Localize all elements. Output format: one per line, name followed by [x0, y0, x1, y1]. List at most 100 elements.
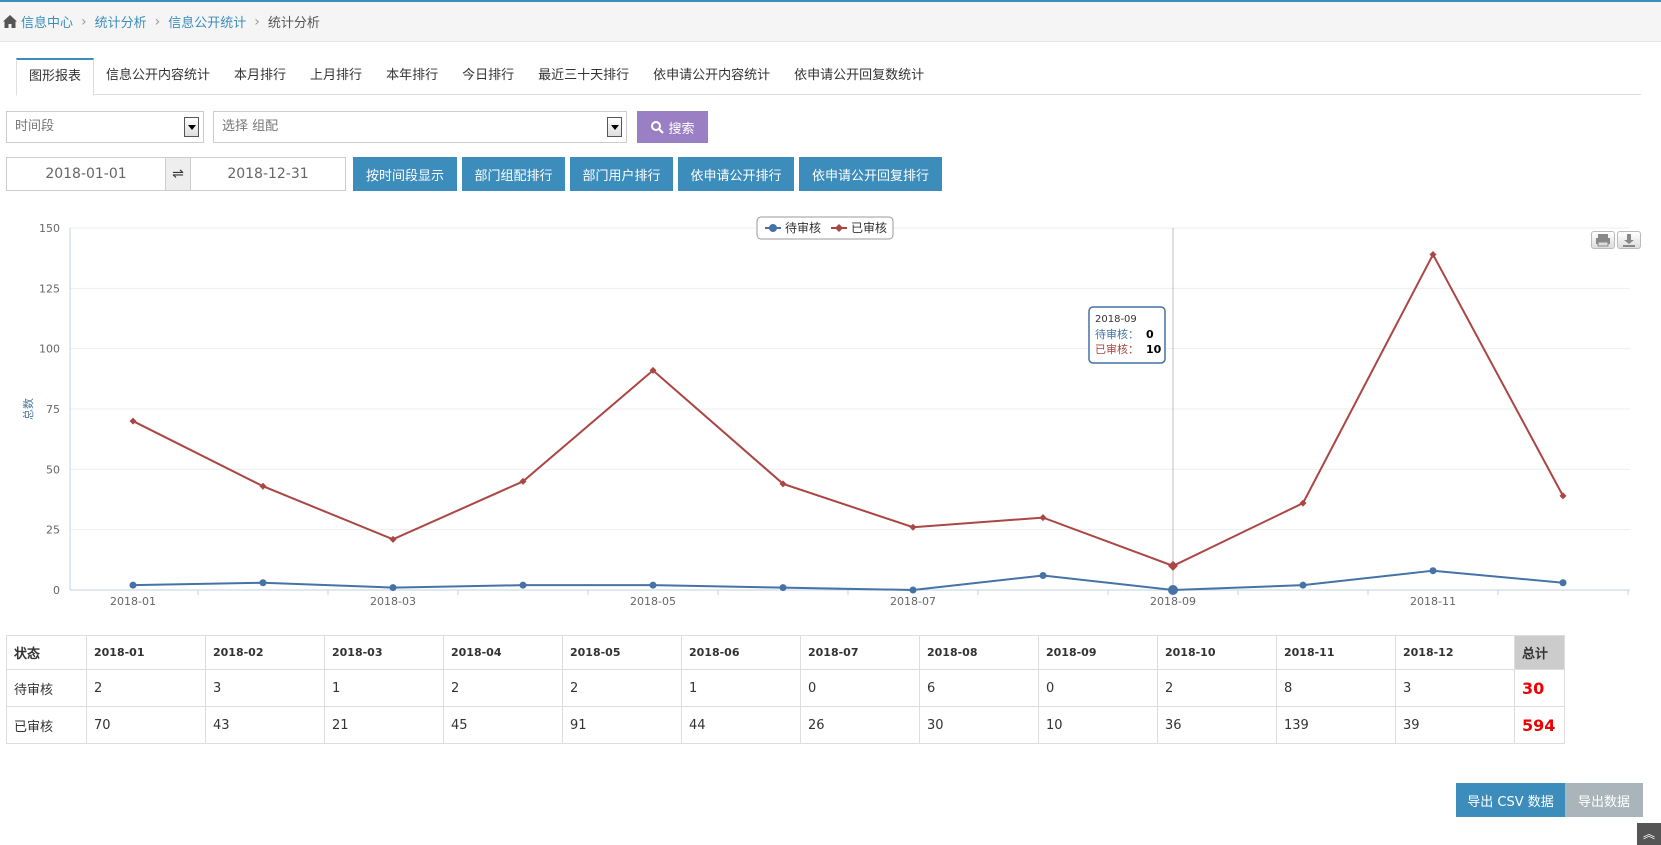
dept-user-rank-button[interactable]: 部门用户排行 [570, 157, 673, 191]
table-cell: 21 [324, 706, 444, 744]
legend-label: 已审核 [851, 220, 887, 235]
y-tick-label: 125 [39, 282, 60, 295]
legend-marker [769, 224, 777, 232]
chevron-down-icon[interactable] [184, 117, 199, 137]
data-point [649, 581, 657, 589]
data-table: 状态 2018-01 2018-02 2018-03 2018-04 2018-… [6, 635, 1565, 744]
search-button[interactable]: 搜索 [637, 111, 708, 143]
date-from-input[interactable]: 2018-01-01 [6, 157, 166, 191]
x-tick-label: 2018-05 [630, 595, 676, 608]
table-cell: 0 [1038, 669, 1158, 707]
month-header: 2018-05 [562, 635, 682, 670]
month-header: 2018-02 [205, 635, 325, 670]
table-cell: 45 [443, 706, 563, 744]
period-select[interactable]: 时间段 [6, 111, 204, 143]
group-select[interactable]: 选择 组配 [213, 111, 627, 143]
table-cell: 2 [1157, 669, 1277, 707]
series-line-1 [132, 569, 1564, 592]
scroll-top-button[interactable]: ︽ [1637, 823, 1661, 845]
tooltip-title: 2018-09 [1095, 314, 1137, 325]
period-select-value: 时间段 [15, 119, 55, 134]
status-header: 状态 [6, 635, 87, 670]
month-header: 2018-07 [800, 635, 920, 670]
export-data-button[interactable]: 导出数据 [1565, 783, 1643, 817]
x-tick-label: 2018-07 [890, 595, 936, 608]
table-cell: 2 [86, 669, 206, 707]
table-cell: 30 [919, 706, 1039, 744]
tab-bar: 图形报表 信息公开内容统计 本月排行 上月排行 本年排行 今日排行 最近三十天排… [16, 58, 1641, 96]
date-to-input[interactable]: 2018-12-31 [190, 157, 346, 191]
table-row: 已审核 70 43 21 45 91 44 26 30 10 36 139 39… [6, 706, 1565, 744]
table-cell: 0 [800, 669, 920, 707]
breadcrumb-statistics[interactable]: 统计分析 [95, 12, 147, 31]
y-tick-label: 100 [39, 343, 60, 356]
x-tick-label: 2018-03 [370, 595, 416, 608]
print-icon [1596, 234, 1610, 247]
row-total: 594 [1514, 706, 1565, 744]
print-button[interactable] [1591, 231, 1615, 249]
tab-chart-report[interactable]: 图形报表 [16, 58, 95, 96]
x-tick-label: 2018-09 [1150, 595, 1196, 608]
request-reply-rank-button[interactable]: 依申请公开回复排行 [799, 157, 942, 191]
request-rank-button[interactable]: 依申请公开排行 [678, 157, 794, 191]
data-point [259, 482, 267, 490]
export-csv-button[interactable]: 导出 CSV 数据 [1456, 783, 1565, 817]
data-point [1168, 585, 1178, 595]
tab-today-rank[interactable]: 今日排行 [450, 58, 526, 94]
month-header: 2018-11 [1276, 635, 1396, 670]
table-cell: 91 [562, 706, 682, 744]
month-header: 2018-01 [86, 635, 206, 670]
breadcrumb-home[interactable]: 信息中心 [21, 12, 73, 31]
table-cell: 44 [681, 706, 801, 744]
data-point [909, 586, 917, 594]
x-tick-label: 2018-11 [1410, 595, 1456, 608]
tab-year-rank[interactable]: 本年排行 [374, 58, 450, 94]
show-by-period-button[interactable]: 按时间段显示 [353, 157, 457, 191]
tab-request-content-stats[interactable]: 依申请公开内容统计 [641, 58, 782, 94]
tooltip-series-name: 已审核： [1095, 342, 1139, 356]
table-cell: 1 [324, 669, 444, 707]
month-header: 2018-04 [443, 635, 563, 670]
month-header: 2018-12 [1395, 635, 1515, 670]
month-header: 2018-03 [324, 635, 444, 670]
row-total: 30 [1514, 669, 1565, 707]
data-point [129, 417, 137, 425]
series-line-2 [132, 252, 1564, 567]
tab-last-month-rank[interactable]: 上月排行 [298, 58, 374, 94]
table-cell: 2 [562, 669, 682, 707]
breadcrumb-current: 统计分析 [267, 16, 320, 31]
table-cell: 1 [681, 669, 801, 707]
breadcrumb: 信息中心 › 统计分析 › 信息公开统计 › 统计分析 [0, 2, 1661, 42]
data-point [129, 581, 137, 589]
total-header: 总计 [1514, 635, 1565, 670]
data-point [1299, 499, 1307, 507]
y-axis-title: 总数 [21, 398, 35, 420]
download-button[interactable] [1617, 231, 1641, 249]
table-header-row: 状态 2018-01 2018-02 2018-03 2018-04 2018-… [6, 635, 1565, 670]
tooltip-value: 0 [1146, 328, 1154, 341]
breadcrumb-info-stats[interactable]: 信息公开统计 [168, 12, 246, 31]
month-header: 2018-06 [681, 635, 801, 670]
table-cell: 3 [1395, 669, 1515, 707]
data-point [1299, 581, 1307, 589]
row-label: 已审核 [6, 706, 87, 744]
month-header: 2018-08 [919, 635, 1039, 670]
table-cell: 139 [1276, 706, 1396, 744]
dept-group-rank-button[interactable]: 部门组配排行 [462, 157, 565, 191]
tooltip-value: 10 [1146, 343, 1162, 356]
data-point [259, 579, 267, 587]
y-tick-label: 0 [53, 584, 60, 597]
table-row: 待审核 2 3 1 2 2 1 0 6 0 2 8 3 30 [6, 669, 1565, 707]
download-icon [1623, 234, 1635, 247]
tab-request-reply-stats[interactable]: 依申请公开回复数统计 [782, 58, 936, 94]
tab-month-rank[interactable]: 本月排行 [222, 58, 298, 94]
tab-content-stats[interactable]: 信息公开内容统计 [94, 58, 222, 94]
chevron-down-icon[interactable] [607, 117, 622, 137]
table-cell: 6 [919, 669, 1039, 707]
row-label: 待审核 [6, 669, 87, 707]
table-cell: 8 [1276, 669, 1396, 707]
y-tick-label: 50 [46, 463, 60, 476]
search-button-label: 搜索 [668, 121, 695, 137]
tab-30days-rank[interactable]: 最近三十天排行 [526, 58, 641, 94]
legend-label: 待审核 [785, 220, 821, 235]
